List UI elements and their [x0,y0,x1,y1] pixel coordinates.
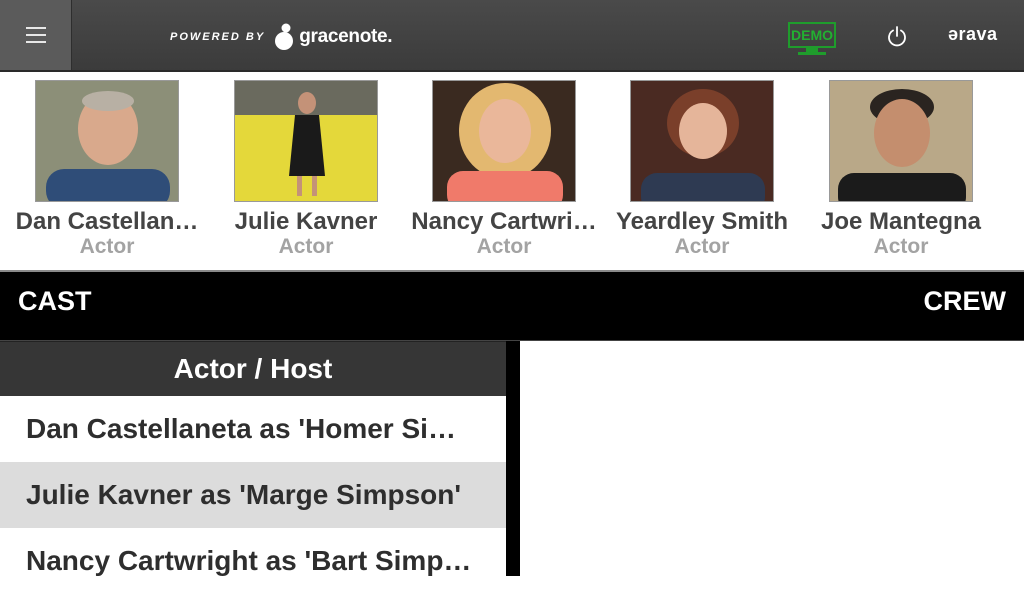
cast-name: Joe Mantegna [820,208,982,235]
top-bar: POWERED BY gracenote. DEMO ərava [0,0,1024,72]
hamburger-icon [25,27,46,43]
cast-card[interactable]: Yeardley Smith Actor [607,80,797,258]
demo-label: DEMO [791,27,833,43]
cast-name: Julie Kavner [234,208,378,235]
demo-mode-button[interactable]: DEMO [788,22,836,56]
cast-name: Yeardley Smith [615,208,789,235]
cast-crew-bar: CAST CREW [0,270,1024,341]
list-item[interactable]: Julie Kavner as 'Marge Simpson' [0,462,506,528]
cast-role: Actor [79,235,135,258]
cast-card[interactable]: Julie Kavner Actor [211,80,401,258]
hamburger-menu-button[interactable] [0,0,72,70]
cast-photo [35,80,179,202]
detail-panel [520,341,1024,576]
panel-divider [506,341,520,576]
list-item-label: Nancy Cartwright as 'Bart Simp… [26,545,472,576]
cast-photo [234,80,378,202]
gracenote-label: gracenote. [299,26,393,47]
list-item-label: Dan Castellaneta as 'Homer Sim… [26,413,476,444]
cast-card[interactable]: Joe Mantegna Actor [806,80,996,258]
brand-logo: ərava [948,24,998,44]
cast-role: Actor [873,235,929,258]
list-heading: Actor / Host [0,341,506,396]
cast-name: Nancy Cartwri… [411,208,597,235]
list-item-label: Julie Kavner as 'Marge Simpson' [26,479,462,510]
cast-carousel: Dan Castellan… Actor Julie Kavner Actor [0,72,1024,270]
gracenote-branding: POWERED BY gracenote. [170,22,393,52]
powered-by-label: POWERED BY [170,31,266,43]
cast-list-panel: Actor / Host Dan Castellaneta as 'Homer … [0,341,506,576]
cast-card[interactable]: Dan Castellan… Actor [12,80,202,258]
cast-role: Actor [476,235,532,258]
cast-photo [829,80,973,202]
cast-role: Actor [278,235,334,258]
tab-cast[interactable]: CAST [18,286,92,317]
power-icon[interactable] [886,25,908,49]
tab-crew[interactable]: CREW [924,286,1007,317]
list-item[interactable]: Dan Castellaneta as 'Homer Sim… [0,396,506,462]
list-item[interactable]: Nancy Cartwright as 'Bart Simp… [0,528,506,594]
gracenote-logo-icon [275,23,294,50]
demo-monitor-icon: DEMO [788,22,836,48]
cast-photo [432,80,576,202]
cast-name: Dan Castellan… [15,208,199,235]
cast-photo [630,80,774,202]
cast-role: Actor [674,235,730,258]
cast-card[interactable]: Nancy Cartwri… Actor [409,80,599,258]
